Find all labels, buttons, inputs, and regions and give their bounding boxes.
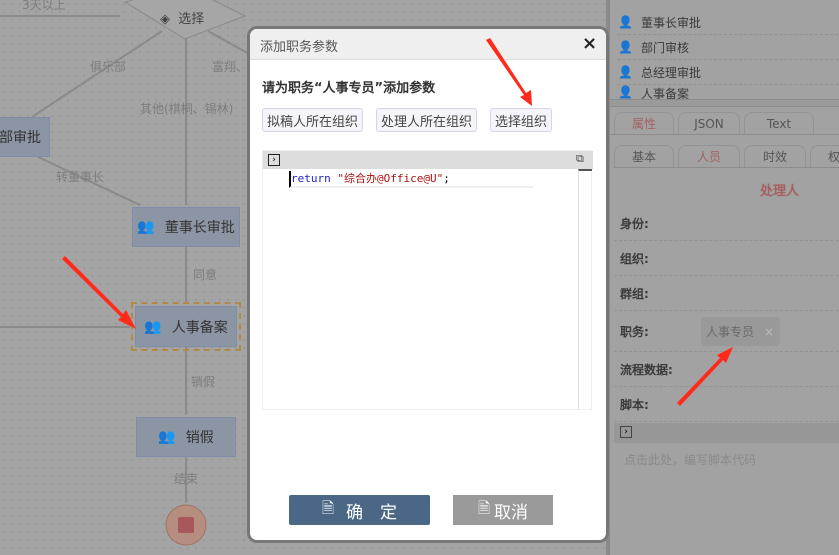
edge-label: 其他(棋桐、锡林) bbox=[140, 102, 234, 116]
edge-label: 3天以上 bbox=[22, 0, 66, 12]
user-icon: 👤 bbox=[618, 85, 633, 99]
section-title: 处理人 bbox=[760, 184, 800, 199]
file-check-icon: 🗎 bbox=[321, 498, 335, 517]
subtab-timing[interactable]: 时效 bbox=[744, 145, 806, 167]
edge-label: 结束 bbox=[174, 472, 199, 486]
tab-json[interactable]: JSON bbox=[678, 112, 740, 134]
option-select-org[interactable]: 选择组织 bbox=[490, 108, 553, 132]
duty-tag[interactable]: 人事专员 × bbox=[701, 317, 780, 346]
user-icon: 👤 bbox=[618, 15, 633, 29]
add-duty-param-dialog: 添加职务参数 × 请为职务“人事专员”添加参数 拟稿人所在组织 处理人所在组织 … bbox=[250, 29, 606, 540]
file-x-icon: 🗎 bbox=[477, 498, 491, 517]
subtab-permission[interactable]: 权限 bbox=[810, 145, 839, 167]
edge-label: 销假 bbox=[191, 375, 216, 389]
edge-label: 转董事长 bbox=[56, 170, 105, 184]
field-flow-data: 流程数据: bbox=[614, 352, 839, 387]
close-icon[interactable]: × bbox=[582, 33, 597, 54]
expand-icon[interactable]: › bbox=[620, 426, 632, 438]
dialog-prompt: 请为职务“人事专员”添加参数 bbox=[262, 81, 436, 96]
script-input[interactable]: 点击此处，编写脚本代码 bbox=[624, 451, 756, 468]
node-hr[interactable]: 👥 人事备案 bbox=[131, 302, 241, 351]
eye-icon: ◈ bbox=[160, 12, 170, 27]
node-cancel[interactable]: 👥 销假 bbox=[136, 417, 236, 457]
user-icon: 👤 bbox=[618, 65, 633, 79]
dialog-title: 添加职务参数 bbox=[260, 40, 339, 55]
field-script: 脚本: bbox=[614, 387, 839, 422]
edge-label: 同意 bbox=[193, 268, 218, 282]
dialog-header: 添加职务参数 × bbox=[250, 29, 606, 60]
tab-text[interactable]: Text bbox=[744, 112, 814, 134]
node-dept[interactable]: 部审批 bbox=[0, 117, 50, 157]
option-handler-org[interactable]: 处理人所在组织 bbox=[376, 108, 478, 132]
node-chairman[interactable]: 👥 董事长审批 bbox=[132, 207, 240, 247]
tab-properties[interactable]: 属性 bbox=[614, 112, 674, 134]
users-icon: 👥 bbox=[144, 318, 162, 335]
users-icon: 👥 bbox=[158, 429, 176, 445]
editor-scrollbar[interactable] bbox=[578, 169, 592, 409]
script-toolbar: › bbox=[614, 423, 839, 443]
code-line: return "综合办@Office@U"; bbox=[289, 171, 533, 188]
decision-node[interactable]: ◈ 选择 bbox=[160, 8, 204, 27]
users-icon: 👥 bbox=[137, 219, 155, 235]
subtab-basic[interactable]: 基本 bbox=[614, 145, 674, 167]
list-item[interactable]: 👤 总经理审批 bbox=[618, 60, 839, 85]
code-editor[interactable]: › ⧉ return "综合办@Office@U"; bbox=[262, 150, 593, 410]
ok-button[interactable]: 🗎 确 定 bbox=[289, 495, 430, 525]
editor-toolbar: › ⧉ bbox=[263, 151, 593, 169]
option-drafter-org[interactable]: 拟稿人所在组织 bbox=[262, 108, 364, 132]
edge-label: 俱乐部 bbox=[90, 60, 127, 74]
field-duty: 职务: 人事专员 × bbox=[614, 311, 839, 352]
maximize-icon[interactable]: ⧉ bbox=[576, 152, 584, 166]
list-item[interactable]: 👤 人事备案 bbox=[618, 85, 839, 99]
expand-icon[interactable]: › bbox=[268, 154, 280, 166]
field-group: 群组: bbox=[614, 276, 839, 311]
edge-label: 富翔、 bbox=[212, 60, 249, 74]
subtab-people[interactable]: 人员 bbox=[678, 145, 740, 167]
list-item[interactable]: 👤 部门审核 bbox=[618, 35, 839, 60]
field-org: 组织: bbox=[614, 241, 839, 276]
list-item[interactable]: 👤 董事长审批 bbox=[618, 10, 839, 35]
field-identity: 身份: bbox=[614, 206, 839, 241]
properties-panel: 👤 董事长审批 👤 部门审核 👤 总经理审批 👤 人事备案 属性 JSON Text 基… bbox=[606, 0, 839, 555]
remove-icon[interactable]: × bbox=[764, 325, 774, 339]
cancel-button[interactable]: 🗎 取消 bbox=[453, 495, 553, 525]
user-icon: 👤 bbox=[618, 40, 633, 54]
